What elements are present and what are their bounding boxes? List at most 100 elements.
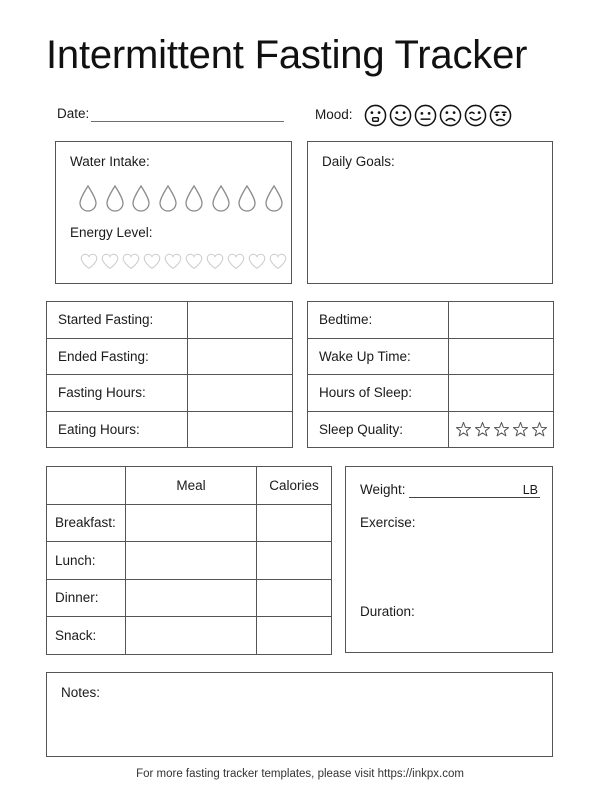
weight-input-line[interactable]: LB bbox=[408, 482, 540, 498]
notes-box[interactable]: Notes: bbox=[46, 672, 553, 757]
snack-label: Snack: bbox=[46, 616, 126, 655]
water-drop-icon[interactable] bbox=[130, 184, 152, 212]
neutral-face-icon[interactable] bbox=[414, 104, 437, 127]
mood-face-group[interactable] bbox=[364, 104, 512, 127]
smiling-face-icon[interactable] bbox=[389, 104, 412, 127]
dinner-calories-value[interactable] bbox=[256, 578, 332, 617]
meal-table-corner-header bbox=[46, 466, 126, 505]
table-row: Sleep Quality: bbox=[307, 410, 554, 448]
surprised-face-icon[interactable] bbox=[364, 104, 387, 127]
heart-icon[interactable] bbox=[226, 252, 246, 270]
meal-column-header: Meal bbox=[125, 466, 257, 505]
heart-icon[interactable] bbox=[205, 252, 225, 270]
table-row: Dinner: bbox=[46, 578, 332, 617]
notes-label: Notes: bbox=[61, 685, 101, 700]
weight-field[interactable]: Weight: LB bbox=[360, 482, 540, 498]
water-drop-icon[interactable] bbox=[263, 184, 285, 212]
fasting-hours-value[interactable] bbox=[187, 374, 293, 412]
fasting-hours-label: Fasting Hours: bbox=[46, 374, 188, 412]
weight-label: Weight: bbox=[360, 482, 406, 497]
hours-of-sleep-label: Hours of Sleep: bbox=[307, 374, 449, 412]
table-row: Fasting Hours: bbox=[46, 374, 293, 412]
lunch-calories-value[interactable] bbox=[256, 541, 332, 580]
water-drop-icon[interactable] bbox=[157, 184, 179, 212]
ended-fasting-value[interactable] bbox=[187, 337, 293, 375]
heart-icon[interactable] bbox=[121, 252, 141, 270]
energy-heart-group[interactable] bbox=[79, 252, 288, 270]
table-row: Lunch: bbox=[46, 541, 332, 580]
water-drop-icon[interactable] bbox=[104, 184, 126, 212]
dinner-meal-value[interactable] bbox=[125, 578, 257, 617]
calories-column-header: Calories bbox=[256, 466, 332, 505]
table-row: Started Fasting: bbox=[46, 301, 293, 339]
star-outline-icon[interactable] bbox=[512, 421, 529, 438]
water-drop-group[interactable] bbox=[77, 184, 285, 212]
heart-icon[interactable] bbox=[268, 252, 288, 270]
sleep-table: Bedtime: Wake Up Time: Hours of Sleep: S… bbox=[307, 301, 554, 448]
wake-up-time-label: Wake Up Time: bbox=[307, 337, 449, 375]
snack-meal-value[interactable] bbox=[125, 616, 257, 655]
unamused-face-icon[interactable] bbox=[489, 104, 512, 127]
heart-icon[interactable] bbox=[79, 252, 99, 270]
hours-of-sleep-value[interactable] bbox=[448, 374, 554, 412]
table-row: Snack: bbox=[46, 616, 332, 655]
lunch-meal-value[interactable] bbox=[125, 541, 257, 580]
heart-icon[interactable] bbox=[163, 252, 183, 270]
heart-icon[interactable] bbox=[100, 252, 120, 270]
lunch-label: Lunch: bbox=[46, 541, 126, 580]
table-row: Hours of Sleep: bbox=[307, 374, 554, 412]
daily-goals-label: Daily Goals: bbox=[322, 154, 395, 169]
date-input-line[interactable] bbox=[91, 106, 285, 122]
exercise-label: Exercise: bbox=[360, 515, 416, 530]
sleep-quality-star-group[interactable] bbox=[449, 421, 553, 438]
duration-label: Duration: bbox=[360, 604, 415, 619]
started-fasting-value[interactable] bbox=[187, 301, 293, 339]
water-energy-box: Water Intake: Energy Level: bbox=[55, 141, 292, 284]
footer-text: For more fasting tracker templates, plea… bbox=[136, 768, 464, 780]
star-outline-icon[interactable] bbox=[531, 421, 548, 438]
frowning-face-icon[interactable] bbox=[439, 104, 462, 127]
bedtime-value[interactable] bbox=[448, 301, 554, 339]
page-title: Intermittent Fasting Tracker bbox=[46, 33, 528, 77]
mood-label: Mood: bbox=[315, 107, 353, 122]
wake-up-time-value[interactable] bbox=[448, 337, 554, 375]
fasting-table: Started Fasting: Ended Fasting: Fasting … bbox=[46, 301, 293, 448]
winking-face-icon[interactable] bbox=[464, 104, 487, 127]
star-outline-icon[interactable] bbox=[493, 421, 510, 438]
table-row: Ended Fasting: bbox=[46, 337, 293, 375]
water-drop-icon[interactable] bbox=[183, 184, 205, 212]
table-row: Bedtime: bbox=[307, 301, 554, 339]
energy-level-label: Energy Level: bbox=[70, 225, 153, 240]
daily-goals-box[interactable]: Daily Goals: bbox=[307, 141, 553, 284]
sleep-quality-value[interactable] bbox=[448, 410, 554, 448]
table-row: Wake Up Time: bbox=[307, 337, 554, 375]
weight-exercise-box: Weight: LB Exercise: Duration: bbox=[345, 466, 553, 653]
eating-hours-value[interactable] bbox=[187, 410, 293, 448]
table-row: Breakfast: bbox=[46, 503, 332, 542]
mood-field: Mood: bbox=[315, 104, 512, 127]
star-outline-icon[interactable] bbox=[474, 421, 491, 438]
date-field[interactable]: Date: bbox=[57, 106, 285, 122]
heart-icon[interactable] bbox=[247, 252, 267, 270]
tracker-page: Intermittent Fasting Tracker Date: Mood:… bbox=[0, 0, 600, 800]
breakfast-meal-value[interactable] bbox=[125, 503, 257, 542]
water-drop-icon[interactable] bbox=[236, 184, 258, 212]
started-fasting-label: Started Fasting: bbox=[46, 301, 188, 339]
eating-hours-label: Eating Hours: bbox=[46, 410, 188, 448]
water-drop-icon[interactable] bbox=[77, 184, 99, 212]
heart-icon[interactable] bbox=[142, 252, 162, 270]
water-drop-icon[interactable] bbox=[210, 184, 232, 212]
snack-calories-value[interactable] bbox=[256, 616, 332, 655]
bedtime-label: Bedtime: bbox=[307, 301, 449, 339]
ended-fasting-label: Ended Fasting: bbox=[46, 337, 188, 375]
sleep-quality-label: Sleep Quality: bbox=[307, 410, 449, 448]
breakfast-calories-value[interactable] bbox=[256, 503, 332, 542]
date-label: Date: bbox=[57, 106, 90, 121]
breakfast-label: Breakfast: bbox=[46, 503, 126, 542]
water-intake-label: Water Intake: bbox=[70, 154, 150, 169]
heart-icon[interactable] bbox=[184, 252, 204, 270]
table-header-row: Meal Calories bbox=[46, 466, 332, 505]
weight-unit-label: LB bbox=[522, 483, 538, 497]
table-row: Eating Hours: bbox=[46, 410, 293, 448]
star-outline-icon[interactable] bbox=[455, 421, 472, 438]
